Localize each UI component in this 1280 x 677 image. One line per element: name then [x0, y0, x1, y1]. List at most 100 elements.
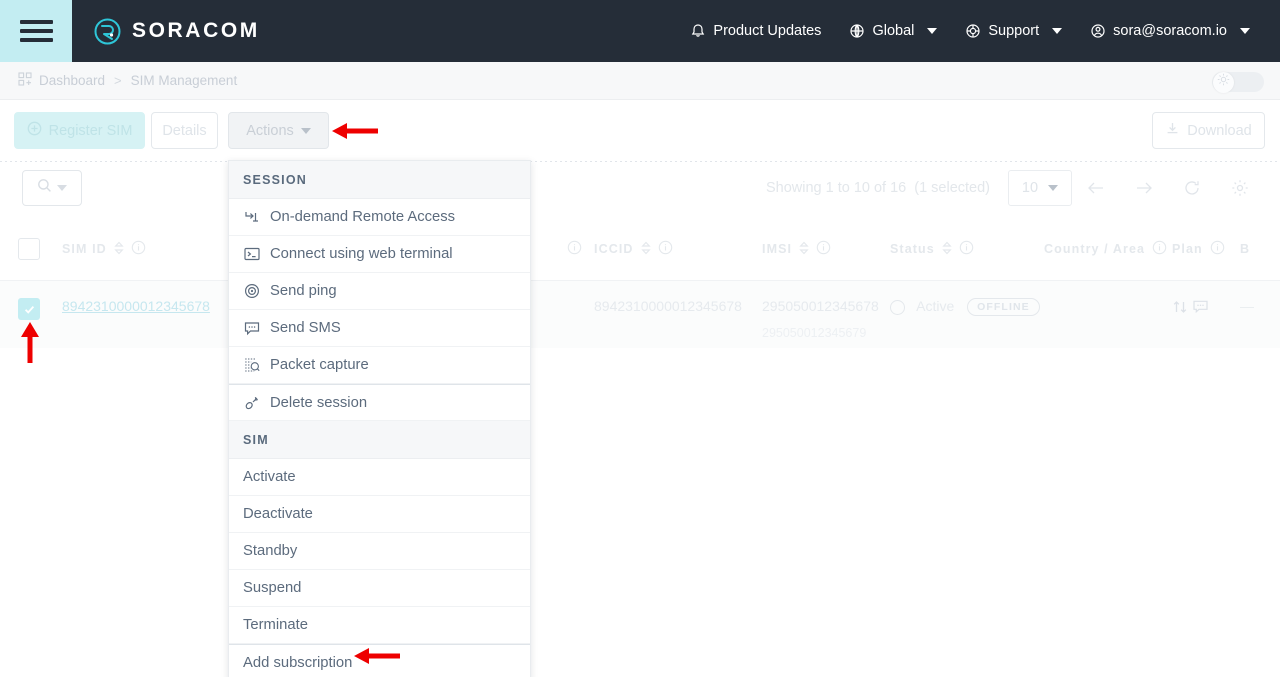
menu-label: Send ping	[270, 283, 337, 299]
status-label: Active	[916, 298, 954, 314]
menu-label: Standby	[243, 543, 297, 559]
menu-item-packet-capture[interactable]: Packet capture	[229, 347, 530, 384]
page-size-value: 10	[1022, 180, 1038, 196]
menu-section-header-session: SESSION	[229, 161, 530, 199]
annotation-arrow-to-actions-button	[330, 120, 380, 147]
sort-icon[interactable]	[641, 241, 651, 258]
pagination-showing: Showing 1 to 10 of 16	[766, 180, 906, 196]
cell-plan	[1172, 298, 1240, 318]
column-label-iccid: ICCID	[594, 242, 634, 256]
info-icon[interactable]	[1210, 240, 1225, 258]
table-controls-strip: Showing 1 to 10 of 16 (1 selected) 10	[0, 162, 1280, 218]
menu-label: Activate	[243, 469, 296, 485]
hamburger-line	[20, 20, 53, 24]
column-label-plan: Plan	[1172, 242, 1203, 256]
nav-account[interactable]: sora@soracom.io	[1076, 15, 1264, 47]
pagination-selected-count: (1 selected)	[914, 180, 990, 196]
info-icon[interactable]	[959, 240, 974, 258]
breadcrumb-item-sim-management[interactable]: SIM Management	[131, 73, 238, 88]
column-header-iccid[interactable]: ICCID	[594, 240, 762, 258]
menu-label: On-demand Remote Access	[270, 209, 455, 225]
sim-id-link[interactable]: 8942310000012345678	[62, 298, 210, 314]
chevron-down-icon	[1052, 28, 1062, 34]
menu-item-deactivate[interactable]: Deactivate	[229, 496, 530, 533]
imsi-primary: 295050012345678	[762, 298, 890, 314]
previous-page-button[interactable]	[1072, 170, 1120, 206]
nav-product-updates[interactable]: Product Updates	[676, 15, 835, 47]
sun-icon	[1217, 73, 1230, 91]
breadcrumb-item-dashboard[interactable]: Dashboard	[18, 72, 105, 89]
sort-icon[interactable]	[114, 241, 124, 258]
bell-icon	[690, 23, 706, 39]
packet-capture-icon	[243, 357, 260, 374]
chevron-down-icon	[301, 128, 311, 134]
info-icon[interactable]	[816, 240, 831, 258]
actions-label: Actions	[246, 123, 294, 139]
column-header-b[interactable]: B	[1240, 242, 1280, 256]
menu-item-terminate[interactable]: Terminate	[229, 607, 530, 644]
download-button[interactable]: Download	[1152, 112, 1265, 149]
menu-item-standby[interactable]: Standby	[229, 533, 530, 570]
sim-table: SIM ID	[0, 218, 1280, 348]
info-icon[interactable]	[658, 240, 673, 258]
actions-button[interactable]: Actions	[228, 112, 329, 149]
info-icon[interactable]	[131, 240, 146, 258]
next-page-button[interactable]	[1120, 170, 1168, 206]
search-input[interactable]	[22, 170, 82, 206]
menu-item-send-ping[interactable]: Send ping	[229, 273, 530, 310]
select-all-checkbox[interactable]	[18, 238, 40, 260]
column-header-plan[interactable]: Plan	[1172, 240, 1240, 258]
sms-icon	[1192, 298, 1209, 318]
menu-item-suspend[interactable]: Suspend	[229, 570, 530, 607]
nav-support[interactable]: Support	[951, 15, 1076, 47]
hamburger-line	[20, 29, 53, 33]
column-header-imsi[interactable]: IMSI	[762, 240, 890, 258]
table-settings-button[interactable]	[1216, 170, 1264, 206]
nav-account-label: sora@soracom.io	[1113, 23, 1227, 39]
nav-global[interactable]: Global	[835, 15, 951, 47]
column-label-status: Status	[890, 242, 935, 256]
lifebuoy-icon	[965, 23, 981, 39]
row-checkbox[interactable]	[18, 298, 40, 320]
nav-global-label: Global	[872, 23, 914, 39]
details-button[interactable]: Details	[151, 112, 218, 149]
action-toolbar: Register SIM Details Actions Download	[0, 100, 1280, 161]
status-badge: OFFLINE	[967, 298, 1040, 316]
sort-icon[interactable]	[799, 241, 809, 258]
select-all-cell	[0, 238, 62, 260]
hamburger-menu-icon[interactable]	[0, 0, 72, 62]
actions-dropdown-menu: SESSION On-demand Remote Access Connect …	[228, 160, 531, 677]
info-icon[interactable]	[1152, 240, 1167, 258]
refresh-button[interactable]	[1168, 170, 1216, 206]
hamburger-line	[20, 38, 53, 42]
info-icon[interactable]	[567, 240, 582, 258]
register-sim-button[interactable]: Register SIM	[14, 112, 145, 149]
nav-product-updates-label: Product Updates	[713, 23, 821, 39]
menu-item-connect-using-web-terminal[interactable]: Connect using web terminal	[229, 236, 530, 273]
dashboard-grid-icon	[18, 72, 32, 89]
menu-label: Terminate	[243, 617, 308, 633]
remote-access-icon	[243, 209, 260, 226]
nav-support-label: Support	[988, 23, 1039, 39]
soracom-logo-icon	[94, 18, 121, 45]
column-header-status[interactable]: Status	[890, 240, 1044, 258]
table-row[interactable]: 8942310000012345678 8942310000012345678 …	[0, 281, 1280, 348]
chevron-down-icon	[1240, 28, 1250, 34]
theme-toggle[interactable]	[1212, 72, 1264, 92]
menu-item-send-sms[interactable]: Send SMS	[229, 310, 530, 347]
page-size-select[interactable]: 10	[1008, 170, 1072, 206]
menu-item-activate[interactable]: Activate	[229, 459, 530, 496]
brand-logo[interactable]: SORACOM	[94, 18, 260, 45]
pagination-controls: Showing 1 to 10 of 16 (1 selected) 10	[766, 170, 1264, 206]
column-label-country-area: Country / Area	[1044, 242, 1145, 256]
menu-item-on-demand-remote-access[interactable]: On-demand Remote Access	[229, 199, 530, 236]
status-indicator-dot	[890, 300, 905, 315]
column-label-sim-id: SIM ID	[62, 242, 107, 256]
annotation-arrow-to-row-checkbox	[16, 320, 44, 370]
sort-icon[interactable]	[942, 241, 952, 258]
row-select-cell	[0, 298, 62, 320]
column-header-country-area[interactable]: Country / Area	[1044, 240, 1172, 258]
download-label: Download	[1187, 123, 1252, 139]
menu-label: Add subscription	[243, 655, 352, 671]
menu-item-delete-session[interactable]: Delete session	[229, 384, 530, 421]
